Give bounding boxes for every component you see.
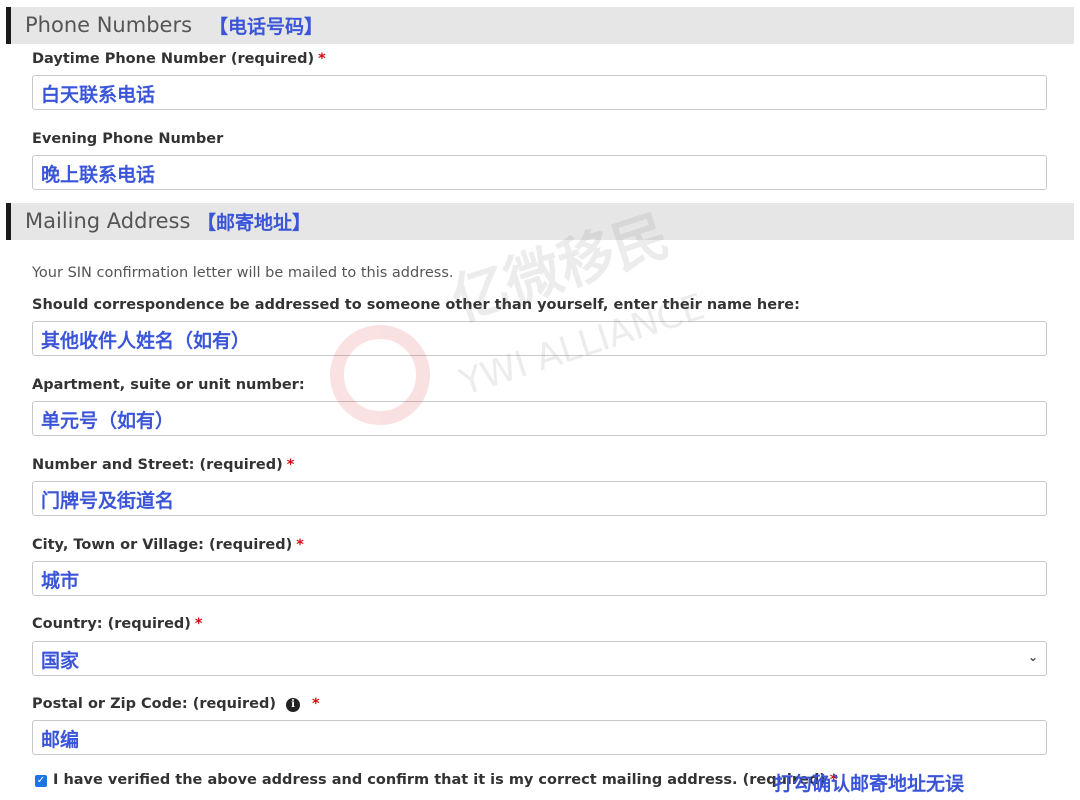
street-value: 门牌号及街道名 (41, 490, 175, 512)
mailing-helper-text: Your SIN confirmation letter will be mai… (32, 265, 454, 281)
mailing-section-title: Mailing Address (25, 209, 191, 233)
verify-address-checkbox[interactable]: ✓ (35, 775, 47, 787)
street-input[interactable]: 门牌号及街道名 (32, 481, 1047, 516)
daytime-phone-label: Daytime Phone Number (required) * (32, 51, 326, 67)
apartment-value: 单元号（如有） (41, 410, 175, 432)
recipient-name-label: Should correspondence be addressed to so… (32, 297, 800, 313)
postal-code-label: Postal or Zip Code: (required) i * (32, 696, 320, 712)
evening-phone-input[interactable]: 晚上联系电话 (32, 155, 1047, 190)
daytime-phone-value: 白天联系电话 (41, 84, 156, 106)
required-marker: * (286, 457, 295, 473)
daytime-phone-input[interactable]: 白天联系电话 (32, 75, 1047, 110)
city-input[interactable]: 城市 (32, 561, 1047, 596)
apartment-input[interactable]: 单元号（如有） (32, 401, 1047, 436)
country-value: 国家 (41, 650, 80, 672)
mailing-section-annotation: 【邮寄地址】 (197, 212, 312, 234)
country-label: Country: (required) * (32, 616, 203, 632)
info-icon[interactable]: i (285, 698, 300, 712)
required-marker: * (311, 696, 320, 712)
phone-section-annotation: 【电话号码】 (209, 16, 324, 38)
required-marker: * (296, 537, 304, 553)
verify-address-label: I have verified the above address and co… (53, 772, 838, 788)
country-select[interactable]: 国家 ⌄ (32, 641, 1047, 676)
evening-phone-label: Evening Phone Number (32, 131, 224, 147)
city-label: City, Town or Village: (required) * (32, 537, 304, 553)
street-label: Number and Street: (required) * (32, 457, 295, 473)
postal-code-value: 邮编 (41, 729, 80, 751)
required-marker: * (194, 616, 203, 632)
chevron-down-icon: ⌄ (1027, 650, 1038, 664)
apartment-label: Apartment, suite or unit number: (32, 377, 305, 393)
mailing-section-header: Mailing Address 【邮寄地址】 (6, 203, 1074, 240)
verify-address-annotation: 打勾确认邮寄地址无误 (774, 773, 965, 795)
recipient-name-input[interactable]: 其他收件人姓名（如有） (32, 321, 1047, 356)
phone-section-title: Phone Numbers (25, 13, 193, 37)
city-value: 城市 (41, 570, 80, 592)
postal-code-input[interactable]: 邮编 (32, 720, 1047, 755)
phone-section-header: Phone Numbers 【电话号码】 (6, 7, 1074, 44)
required-marker: * (318, 51, 326, 67)
evening-phone-value: 晚上联系电话 (41, 164, 156, 186)
recipient-name-value: 其他收件人姓名（如有） (41, 330, 251, 352)
